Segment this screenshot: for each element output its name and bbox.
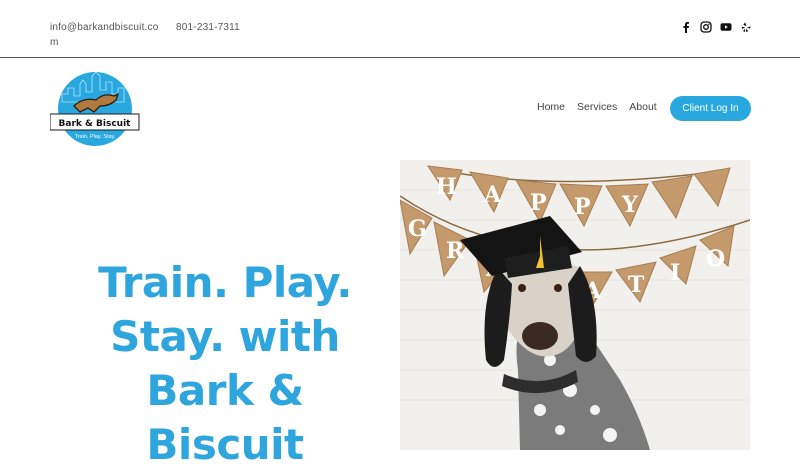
- contact-email[interactable]: info@barkandbiscuit.com: [50, 20, 160, 50]
- logo-tagline: Train. Play. Stay.: [75, 134, 116, 140]
- svg-text:G: G: [408, 216, 427, 242]
- nav-item-about[interactable]: About: [629, 101, 656, 113]
- facebook-icon[interactable]: [680, 21, 692, 33]
- hero-photo: HAP PY GRA ATIO: [400, 160, 750, 450]
- main-nav: Home Services About: [537, 101, 657, 113]
- instagram-icon[interactable]: [700, 21, 712, 33]
- logo-wordmark: Bark & Biscuit: [59, 119, 132, 129]
- svg-text:H: H: [436, 174, 457, 200]
- svg-text:Y: Y: [621, 192, 638, 218]
- svg-text:O: O: [706, 246, 725, 272]
- svg-text:A: A: [483, 182, 502, 208]
- nav-item-services[interactable]: Services: [577, 101, 617, 113]
- svg-text:P: P: [574, 194, 591, 220]
- client-login-button[interactable]: Client Log In: [670, 96, 751, 121]
- social-links: [680, 21, 752, 33]
- hero-title: Train. Play. Stay. with Bark & Biscuit: [98, 258, 352, 469]
- svg-text:I: I: [670, 260, 680, 286]
- top-bar: info@barkandbiscuit.com 801-231-7311: [0, 0, 800, 58]
- youtube-icon[interactable]: [720, 21, 732, 33]
- yelp-icon[interactable]: [740, 21, 752, 33]
- svg-text:T: T: [628, 272, 645, 298]
- svg-text:P: P: [530, 190, 547, 216]
- contact-phone[interactable]: 801-231-7311: [176, 20, 240, 35]
- bark-and-biscuit-logo[interactable]: Bark & Biscuit Train. Play. Stay.: [49, 70, 140, 148]
- nav-item-home[interactable]: Home: [537, 101, 565, 113]
